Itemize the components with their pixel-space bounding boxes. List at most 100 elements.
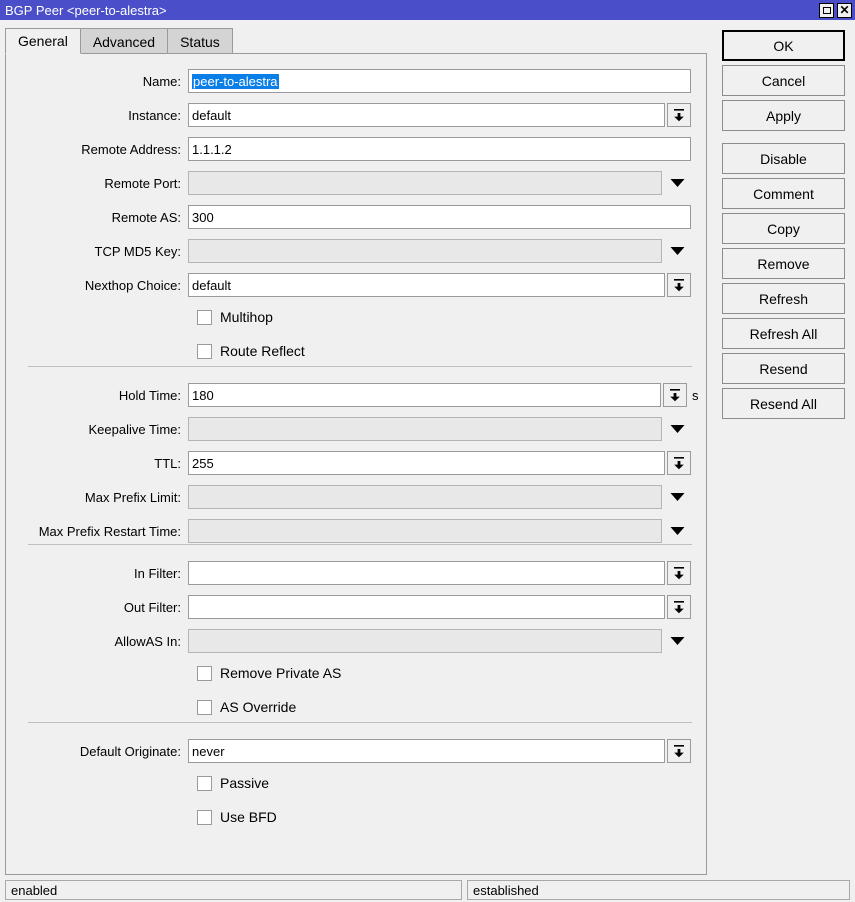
input-remote-address[interactable]: 1.1.1.2	[188, 137, 691, 161]
input-name[interactable]: peer-to-alestra	[188, 69, 691, 93]
input-hold-time-value: 180	[192, 388, 214, 403]
label-instance: Instance:	[6, 108, 188, 123]
resend-button[interactable]: Resend	[722, 353, 845, 384]
label-remote-as: Remote AS:	[6, 210, 188, 225]
tab-advanced[interactable]: Advanced	[80, 28, 168, 54]
input-remote-as[interactable]: 300	[188, 205, 691, 229]
input-remote-as-value: 300	[192, 210, 214, 225]
chevron-down-icon-tcp-md5-key[interactable]	[664, 239, 690, 263]
disable-button[interactable]: Disable	[722, 143, 845, 174]
label-hold-time: Hold Time:	[6, 388, 188, 403]
restore-icon[interactable]	[819, 3, 834, 18]
input-hold-time[interactable]: 180	[188, 383, 661, 407]
checkbox-row-multihop[interactable]: Multihop	[197, 306, 273, 328]
field-row-tcp-md5-key: TCP MD5 Key:	[6, 238, 706, 264]
field-row-max-prefix-limit: Max Prefix Limit:	[6, 484, 706, 510]
field-row-out-filter: Out Filter:	[6, 594, 706, 620]
ok-button[interactable]: OK	[722, 30, 845, 61]
refresh-button[interactable]: Refresh	[722, 283, 845, 314]
input-remote-port	[188, 171, 662, 195]
dropdown-spinner-icon-out-filter[interactable]	[667, 595, 691, 619]
field-row-hold-time: Hold Time:180s	[6, 382, 706, 408]
copy-button[interactable]: Copy	[722, 213, 845, 244]
checkbox-row-route-reflect[interactable]: Route Reflect	[197, 340, 305, 362]
chevron-down-icon-max-prefix-limit[interactable]	[664, 485, 690, 509]
general-tab-panel: Name:peer-to-alestraInstance: default Remo…	[5, 53, 707, 875]
checkbox-label-use-bfd: Use BFD	[220, 809, 277, 825]
button-group-gap	[722, 135, 845, 143]
dropdown-spinner-icon-default-originate[interactable]	[667, 739, 691, 763]
input-ttl-value: 255	[192, 456, 214, 471]
section-separator	[28, 722, 692, 723]
refresh-all-button[interactable]: Refresh All	[722, 318, 845, 349]
checkbox-row-passive[interactable]: Passive	[197, 772, 269, 794]
input-nexthop-choice[interactable]: default	[188, 273, 665, 297]
label-nexthop-choice: Nexthop Choice:	[6, 278, 188, 293]
checkbox-row-as-override[interactable]: AS Override	[197, 696, 296, 718]
field-row-allowas-in: AllowAS In:	[6, 628, 706, 654]
window-title: BGP Peer <peer-to-alestra>	[0, 3, 819, 18]
close-glyph: ✕	[839, 4, 849, 16]
checkbox-passive[interactable]	[197, 776, 212, 791]
field-row-instance: Instance: default	[6, 102, 706, 128]
chevron-down-icon-remote-port[interactable]	[664, 171, 690, 195]
dropdown-spinner-icon-ttl[interactable]	[667, 451, 691, 475]
window-titlebar: BGP Peer <peer-to-alestra> ✕	[0, 0, 855, 20]
label-max-prefix-restart-time: Max Prefix Restart Time:	[6, 524, 188, 539]
chevron-down-icon-allowas-in[interactable]	[664, 629, 690, 653]
tab-status[interactable]: Status	[167, 28, 233, 54]
label-remote-port: Remote Port:	[6, 176, 188, 191]
input-allowas-in	[188, 629, 662, 653]
dropdown-spinner-icon-hold-time[interactable]	[663, 383, 687, 407]
restore-glyph	[823, 7, 831, 14]
close-icon[interactable]: ✕	[837, 3, 852, 18]
checkbox-label-multihop: Multihop	[220, 309, 273, 325]
field-row-remote-as: Remote AS: 300	[6, 204, 706, 230]
chevron-down-icon-max-prefix-restart-time[interactable]	[664, 519, 690, 543]
status-enabled: enabled	[5, 880, 462, 900]
input-in-filter[interactable]	[188, 561, 665, 585]
label-max-prefix-limit: Max Prefix Limit:	[6, 490, 188, 505]
checkbox-as-override[interactable]	[197, 700, 212, 715]
comment-button[interactable]: Comment	[722, 178, 845, 209]
field-row-in-filter: In Filter:	[6, 560, 706, 586]
label-remote-address: Remote Address:	[6, 142, 188, 157]
checkbox-row-remove-private-as[interactable]: Remove Private AS	[197, 662, 341, 684]
tab-general[interactable]: General	[5, 28, 81, 54]
checkbox-multihop[interactable]	[197, 310, 212, 325]
field-row-max-prefix-restart-time: Max Prefix Restart Time:	[6, 518, 706, 544]
checkbox-remove-private-as[interactable]	[197, 666, 212, 681]
input-default-originate[interactable]: never	[188, 739, 665, 763]
input-ttl[interactable]: 255	[188, 451, 665, 475]
label-name: Name:	[6, 74, 188, 89]
field-row-keepalive-time: Keepalive Time:	[6, 416, 706, 442]
dropdown-spinner-icon-nexthop-choice[interactable]	[667, 273, 691, 297]
remove-button[interactable]: Remove	[722, 248, 845, 279]
field-row-nexthop-choice: Nexthop Choice:default	[6, 272, 706, 298]
section-separator	[28, 366, 692, 367]
field-row-default-originate: Default Originate:never	[6, 738, 706, 764]
resend-all-button[interactable]: Resend All	[722, 388, 845, 419]
section-separator	[28, 544, 692, 545]
cancel-button[interactable]: Cancel	[722, 65, 845, 96]
field-row-remote-port: Remote Port:	[6, 170, 706, 196]
label-ttl: TTL:	[6, 456, 188, 471]
checkbox-use-bfd[interactable]	[197, 810, 212, 825]
label-in-filter: In Filter:	[6, 566, 188, 581]
apply-button[interactable]: Apply	[722, 100, 845, 131]
input-instance-value: default	[192, 108, 231, 123]
checkbox-label-as-override: AS Override	[220, 699, 296, 715]
checkbox-label-remove-private-as: Remove Private AS	[220, 665, 341, 681]
action-button-panel: OK Cancel Apply Disable Comment Copy Remove Ref…	[722, 30, 845, 423]
dropdown-spinner-icon-in-filter[interactable]	[667, 561, 691, 585]
checkbox-route-reflect[interactable]	[197, 344, 212, 359]
chevron-down-icon-keepalive-time[interactable]	[664, 417, 690, 441]
checkbox-row-use-bfd[interactable]: Use BFD	[197, 806, 277, 828]
label-tcp-md5-key: TCP MD5 Key:	[6, 244, 188, 259]
input-out-filter[interactable]	[188, 595, 665, 619]
input-instance[interactable]: default	[188, 103, 665, 127]
input-default-originate-value: never	[192, 744, 225, 759]
field-row-remote-address: Remote Address:1.1.1.2	[6, 136, 706, 162]
label-keepalive-time: Keepalive Time:	[6, 422, 188, 437]
dropdown-spinner-icon-instance[interactable]	[667, 103, 691, 127]
